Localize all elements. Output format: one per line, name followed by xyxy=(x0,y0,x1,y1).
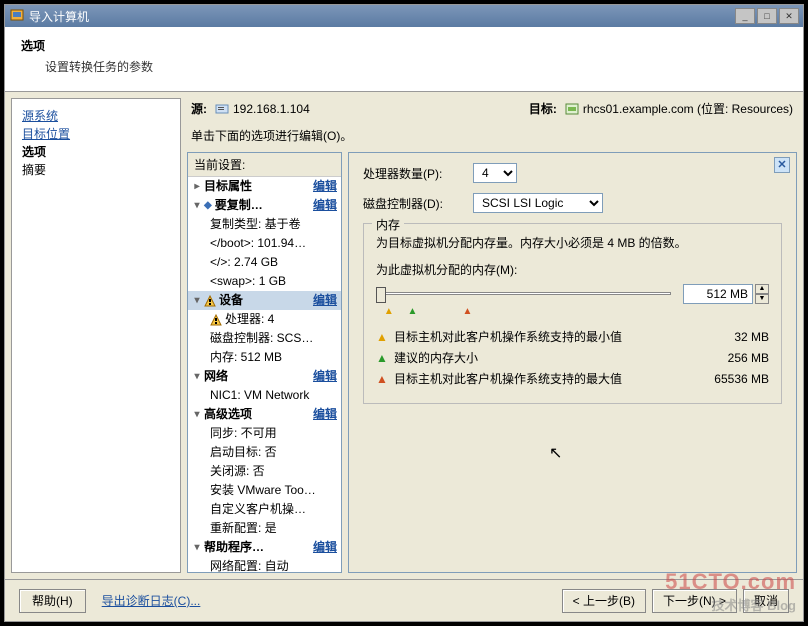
target-value: rhcs01.example.com (位置: Resources) xyxy=(583,100,793,117)
triangle-orange-icon: ▲ xyxy=(376,372,388,386)
mouse-cursor-icon: ↖ xyxy=(549,443,562,463)
item-root[interactable]: </>: 2.74 GB xyxy=(188,253,341,272)
chevron-down-icon: ▾ xyxy=(192,292,202,309)
item-vmtools[interactable]: 安装 VMware Too… xyxy=(188,481,341,500)
chevron-right-icon: ▸ xyxy=(192,178,202,195)
edit-link[interactable]: 编辑 xyxy=(313,539,337,556)
item-sync[interactable]: 同步: 不可用 xyxy=(188,424,341,443)
legend-rec: ▲ 建议的内存大小 256 MB xyxy=(376,349,769,366)
legend-max: ▲ 目标主机对此客户机操作系统支持的最大值 65536 MB xyxy=(376,370,769,387)
cancel-button[interactable]: 取消 xyxy=(743,589,789,613)
edit-link[interactable]: 编辑 xyxy=(313,292,337,309)
memory-slider[interactable] xyxy=(376,284,671,304)
step-nav: 源系统 目标位置 选项 摘要 xyxy=(11,98,181,573)
nav-options: 选项 xyxy=(22,143,170,161)
help-button[interactable]: 帮助(H) xyxy=(19,589,86,613)
item-customize[interactable]: 自定义客户机操… xyxy=(188,500,341,519)
close-panel-button[interactable]: ✕ xyxy=(774,157,790,173)
chevron-down-icon: ▾ xyxy=(192,539,202,556)
source-target-row: 源: 192.168.1.104 目标: rhcs01.example.com … xyxy=(187,98,797,123)
slider-thumb[interactable] xyxy=(376,287,386,303)
memory-input[interactable] xyxy=(683,284,753,304)
nav-target-location[interactable]: 目标位置 xyxy=(22,125,170,143)
tree-header: 当前设置: xyxy=(188,153,341,177)
memory-hint: 为目标虚拟机分配内存量。内存大小必须是 4 MB 的倍数。 xyxy=(376,234,769,251)
cpu-count-select[interactable]: 4 xyxy=(473,163,517,183)
item-close-src[interactable]: 关闭源: 否 xyxy=(188,462,341,481)
host-icon xyxy=(565,102,579,116)
item-reconfig[interactable]: 重新配置: 是 xyxy=(188,519,341,538)
nav-summary: 摘要 xyxy=(22,161,170,179)
edit-link[interactable]: 编辑 xyxy=(313,178,337,195)
minimize-button[interactable]: _ xyxy=(735,8,755,24)
back-button[interactable]: < 上一步(B) xyxy=(562,589,646,613)
source-label: 源: xyxy=(191,100,207,117)
triangle-green-icon: ▲ xyxy=(376,351,388,365)
item-boot-target[interactable]: 启动目标: 否 xyxy=(188,443,341,462)
item-disk-ctrl[interactable]: 磁盘控制器: SCS… xyxy=(188,329,341,348)
mem-alloc-label: 为此虚拟机分配的内存(M): xyxy=(376,261,769,278)
marker-max-icon: ▲ xyxy=(462,306,472,317)
memory-spinner[interactable]: ▲ ▼ xyxy=(755,284,769,304)
wizard-header: 选项 设置转换任务的参数 xyxy=(5,27,803,92)
titlebar[interactable]: 导入计算机 _ □ ✕ xyxy=(5,5,803,27)
export-log-link[interactable]: 导出诊断日志(C)... xyxy=(102,592,201,609)
item-netcfg[interactable]: 网络配置: 自动 xyxy=(188,557,341,573)
source-value: 192.168.1.104 xyxy=(233,102,310,116)
memory-fieldset: 内存 为目标虚拟机分配内存量。内存大小必须是 4 MB 的倍数。 为此虚拟机分配… xyxy=(363,223,782,404)
target-label: 目标: xyxy=(529,100,557,117)
group-helpers[interactable]: ▾ 帮助程序… 编辑 xyxy=(188,538,341,557)
app-icon xyxy=(9,8,25,24)
marker-min-icon: ▲ xyxy=(384,306,394,317)
right-pane: 源: 192.168.1.104 目标: rhcs01.example.com … xyxy=(181,92,803,579)
maximize-button[interactable]: □ xyxy=(757,8,777,24)
edit-link[interactable]: 编辑 xyxy=(313,406,337,423)
settings-tree[interactable]: 当前设置: ▸ 目标属性 编辑 ▾ ◆ 要复制… 编辑 复制类型: 基于卷 </… xyxy=(187,152,342,573)
group-network[interactable]: ▾ 网络 编辑 xyxy=(188,367,341,386)
close-button[interactable]: ✕ xyxy=(779,8,799,24)
marker-rec-icon: ▲ xyxy=(407,306,417,317)
item-boot[interactable]: </boot>: 101.94… xyxy=(188,234,341,253)
wizard-footer: 帮助(H) 导出诊断日志(C)... < 上一步(B) 下一步(N) > 取消 xyxy=(5,579,803,621)
wizard-body: 源系统 目标位置 选项 摘要 源: 192.168.1.104 目标: rhcs… xyxy=(5,92,803,579)
edit-link[interactable]: 编辑 xyxy=(313,197,337,214)
chevron-down-icon: ▾ xyxy=(192,197,202,214)
config-panel: ✕ 处理器数量(P): 4 磁盘控制器(D): SCSI LSI Logic xyxy=(348,152,797,573)
group-to-copy[interactable]: ▾ ◆ 要复制… 编辑 xyxy=(188,196,341,215)
memory-legend: 内存 xyxy=(372,216,404,233)
disk-ctrl-select[interactable]: SCSI LSI Logic xyxy=(473,193,603,213)
group-devices[interactable]: ▾ 设备 编辑 xyxy=(188,291,341,310)
page-title: 选项 xyxy=(21,37,787,54)
spinner-up[interactable]: ▲ xyxy=(755,284,769,294)
instruction-text: 单击下面的选项进行编辑(O)。 xyxy=(187,123,797,152)
next-button[interactable]: 下一步(N) > xyxy=(652,589,737,613)
window-title: 导入计算机 xyxy=(29,8,733,25)
chevron-down-icon: ▾ xyxy=(192,406,202,423)
spinner-down[interactable]: ▼ xyxy=(755,294,769,304)
warning-icon xyxy=(204,295,216,307)
import-computer-window: 导入计算机 _ □ ✕ 选项 设置转换任务的参数 源系统 目标位置 选项 摘要 … xyxy=(4,4,804,622)
disk-ctrl-label: 磁盘控制器(D): xyxy=(363,195,473,212)
cpu-count-label: 处理器数量(P): xyxy=(363,165,473,182)
server-icon xyxy=(215,102,229,116)
triangle-yellow-icon: ▲ xyxy=(376,330,388,344)
legend-min: ▲ 目标主机对此客户机操作系统支持的最小值 32 MB xyxy=(376,328,769,345)
item-nic1[interactable]: NIC1: VM Network xyxy=(188,386,341,405)
page-subtitle: 设置转换任务的参数 xyxy=(45,58,787,75)
edit-link[interactable]: 编辑 xyxy=(313,368,337,385)
group-target-props[interactable]: ▸ 目标属性 编辑 xyxy=(188,177,341,196)
chevron-down-icon: ▾ xyxy=(192,368,202,385)
item-cpu[interactable]: 处理器: 4 xyxy=(188,310,341,329)
nav-source-system[interactable]: 源系统 xyxy=(22,107,170,125)
warning-icon xyxy=(210,314,222,326)
item-copy-type[interactable]: 复制类型: 基于卷 xyxy=(188,215,341,234)
slider-markers: ▲ ▲ ▲ xyxy=(376,306,769,320)
group-advanced[interactable]: ▾ 高级选项 编辑 xyxy=(188,405,341,424)
item-memory[interactable]: 内存: 512 MB xyxy=(188,348,341,367)
diamond-icon: ◆ xyxy=(204,197,212,214)
item-swap[interactable]: <swap>: 1 GB xyxy=(188,272,341,291)
